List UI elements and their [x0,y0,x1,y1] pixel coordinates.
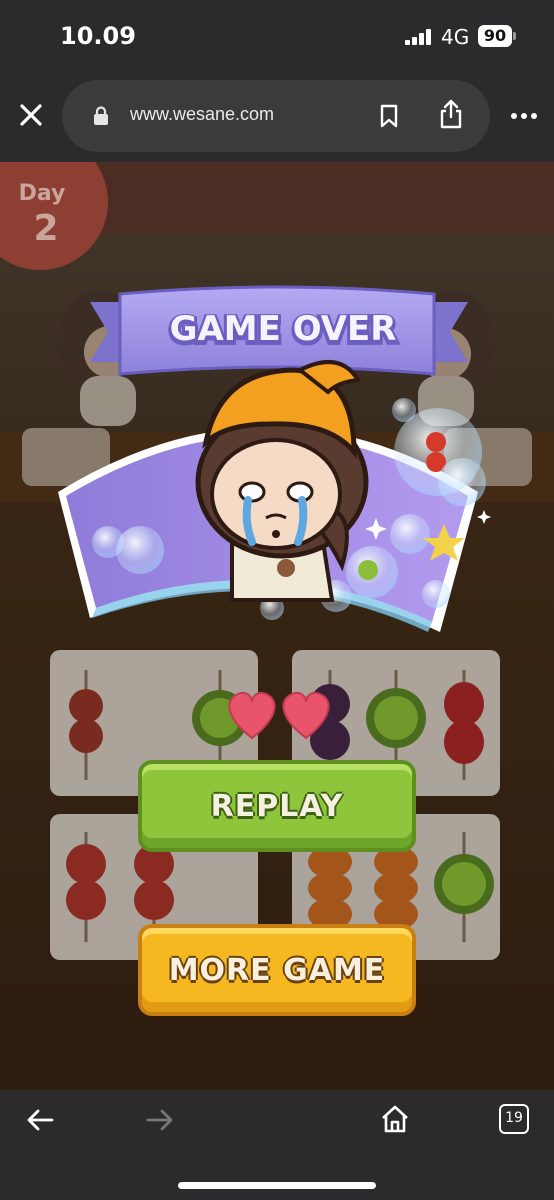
banner-title: GAME OVER [170,309,397,349]
browser-toolbar: www.wesane.com [0,72,554,162]
lock-icon [94,106,108,125]
more-game-button[interactable]: MORE GAME [138,924,416,1016]
signal-icon [405,29,433,45]
url-text: www.wesane.com [130,104,275,124]
game-over-banner: GAME OVER GAME OVER [90,285,468,376]
more-icon[interactable] [510,112,538,120]
day-number: 2 [33,208,58,249]
day-label: Day [19,181,66,206]
replay-button[interactable]: REPLAY [138,760,416,852]
status-bar: 10.09 4G 90 [0,0,554,72]
status-time: 10.09 [60,22,136,50]
bookmark-icon[interactable] [378,103,400,129]
battery-level: 90 [478,25,512,47]
battery-icon [513,32,516,40]
forward-icon[interactable] [146,1108,174,1132]
home-icon[interactable] [380,1104,410,1134]
phone-screen: 10.09 4G 90 www.wesane.com Day 2 GAME OV… [0,0,554,1200]
network-label: 4G [441,25,470,49]
game-canvas[interactable]: Day 2 GAME OVER GAME OVER REPLAY MORE GA… [0,162,554,1090]
close-icon[interactable] [16,100,46,130]
share-icon[interactable] [438,98,464,130]
address-bar[interactable]: www.wesane.com [62,80,490,152]
back-icon[interactable] [26,1108,54,1132]
home-indicator[interactable] [178,1182,376,1189]
tabs-icon[interactable]: 19 [499,1104,529,1134]
browser-bottom-bar: 19 [0,1090,554,1200]
fruit-bubble [116,526,164,574]
